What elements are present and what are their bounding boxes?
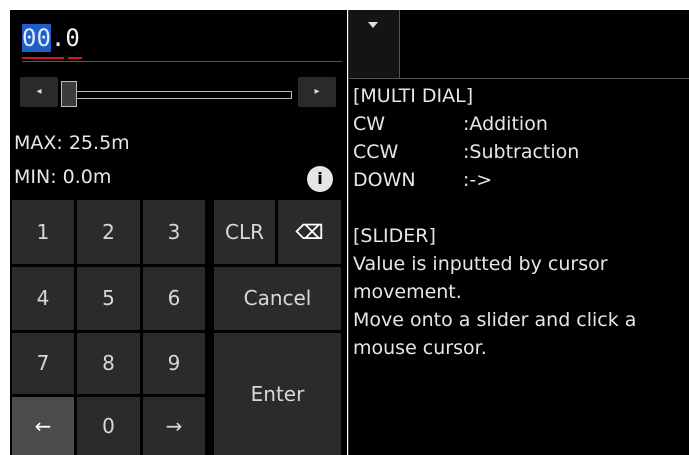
value-remaining-digits[interactable]: .0 [51,24,80,52]
help-spacer [353,194,687,222]
key-1[interactable]: 1 [12,200,74,264]
key-9[interactable]: 9 [143,333,205,394]
cursor-underline [22,57,64,59]
cursor-underline-secondary [68,57,82,59]
slider-help-line-1: Value is inputted by cursor movement. [353,253,608,303]
value-text[interactable]: 00.0 [22,24,80,52]
slider-decrement-button[interactable]: ◂ [20,77,58,107]
arrow-left-icon: ← [34,414,52,438]
enter-button[interactable]: Enter [214,333,341,455]
arrow-right-icon: → [165,414,183,438]
help-row-cw: CW:Addition [353,113,548,135]
help-text: [MULTI DIAL] CW:Addition CCW:Subtraction… [353,82,687,362]
value-divider [22,61,342,62]
slider-title: [SLIDER] [353,225,436,247]
help-row-down: DOWN:-> [353,169,493,191]
help-toolbar [349,10,689,79]
slider-help-line-2: Move onto a slider and click a mouse cur… [353,309,637,359]
help-panel: [MULTI DIAL] CW:Addition CCW:Subtraction… [348,10,689,455]
key-0[interactable]: 0 [77,397,140,455]
key-2[interactable]: 2 [77,200,140,264]
value-slider: ◂ ▸ [10,72,347,108]
value-display[interactable]: 00.0 [10,10,347,64]
chevron-right-icon: ▸ [314,86,320,97]
help-row-ccw: CCW:Subtraction [353,141,580,163]
dropdown-button[interactable] [349,10,400,78]
info-icon[interactable]: i [307,166,333,192]
key-5[interactable]: 5 [77,267,140,330]
key-7[interactable]: 7 [12,333,74,394]
max-value-label: MAX: 25.5m [14,132,130,154]
cursor-left-button[interactable]: ← [12,397,74,455]
slider-increment-button[interactable]: ▸ [298,77,336,107]
clear-button[interactable]: CLR [214,200,275,264]
value-selected-digits[interactable]: 00 [22,24,51,52]
cancel-button[interactable]: Cancel [214,267,341,330]
min-value-label: MIN: 0.0m [14,166,112,188]
backspace-icon: ⌫ [295,220,324,244]
chevron-down-icon [368,22,378,28]
numeric-input-panel: 00.0 ◂ ▸ MAX: 25.5m MIN: 0.0m i 1 2 3 CL… [10,10,347,455]
key-3[interactable]: 3 [143,200,205,264]
key-6[interactable]: 6 [143,267,205,330]
multi-dial-title: [MULTI DIAL] [353,85,474,107]
key-4[interactable]: 4 [12,267,74,330]
cursor-right-button[interactable]: → [143,397,205,455]
chevron-left-icon: ◂ [36,86,42,97]
slider-track[interactable] [70,91,292,99]
key-8[interactable]: 8 [77,333,140,394]
backspace-button[interactable]: ⌫ [278,200,341,264]
slider-thumb[interactable] [61,81,77,107]
